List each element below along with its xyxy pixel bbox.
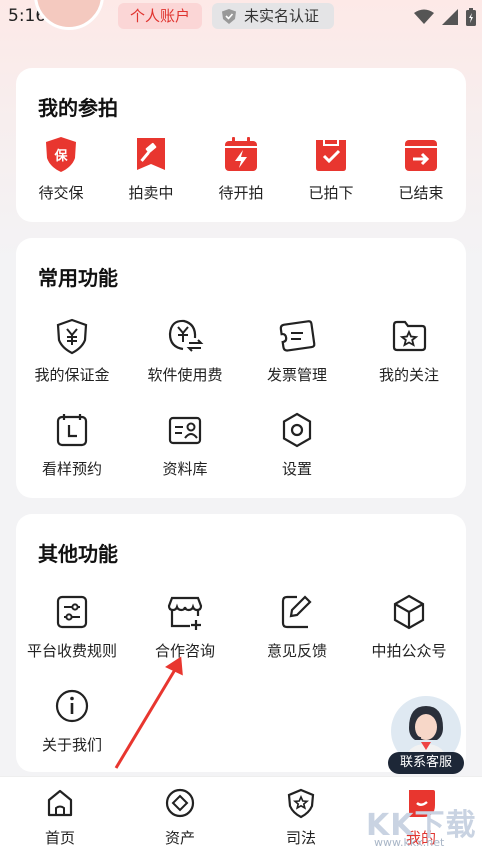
viewing-appointment-label: 看样预约: [41, 460, 102, 478]
home-icon: [47, 789, 73, 817]
auction-ended[interactable]: 已结束: [366, 134, 476, 203]
bag-check-icon: [316, 140, 346, 171]
cooperation-consult[interactable]: 合作咨询: [130, 592, 240, 661]
account-type-badge[interactable]: 个人账户: [118, 3, 202, 29]
store-plus-icon: [167, 596, 203, 630]
signal-icon: [442, 9, 458, 25]
cooperation-consult-label: 合作咨询: [154, 642, 215, 660]
watermark-url: www.kkx.net: [374, 836, 445, 849]
tab-assets[interactable]: 资产: [135, 787, 225, 848]
settings-icon: [282, 412, 312, 448]
tab-judicial[interactable]: 司法: [256, 787, 346, 848]
diamond-icon: [165, 788, 195, 818]
feedback-label: 意见反馈: [266, 642, 327, 660]
my-auction-title: 我的参拍: [38, 96, 118, 120]
verify-shield-icon: [222, 9, 236, 24]
common-functions-card: 常用功能 我的保证金 软件使用费 发票管理 我的关注 看样预约 资料库 设置: [16, 238, 466, 498]
invoice-management-label: 发票管理: [266, 366, 327, 384]
svg-text:保: 保: [53, 148, 68, 164]
sliders-icon: [56, 595, 88, 629]
deposit-shield-icon: 保: [46, 137, 76, 172]
wifi-icon: [414, 9, 434, 24]
verification-label: 未实名认证: [244, 7, 320, 25]
tab-judicial-label: 司法: [285, 829, 316, 847]
official-account-label: 中拍公众号: [371, 642, 447, 660]
data-library[interactable]: 资料库: [130, 410, 240, 479]
platform-fee-rules[interactable]: 平台收费规则: [17, 592, 127, 661]
ticket-icon: [279, 320, 316, 352]
id-card-icon: [168, 416, 202, 445]
gavel-icon: [137, 138, 165, 170]
tab-home-label: 首页: [44, 829, 75, 847]
my-deposit[interactable]: 我的保证金: [17, 316, 127, 385]
cube-icon: [393, 594, 425, 630]
justice-shield-icon: [287, 788, 315, 819]
info-icon: [55, 689, 89, 723]
platform-fee-rules-label: 平台收费规则: [26, 642, 117, 660]
customer-service-button[interactable]: 联系客服: [388, 696, 464, 776]
box-arrow-icon: [405, 140, 437, 171]
auction-ended-label: 已结束: [398, 184, 444, 202]
about-us[interactable]: 关于我们: [17, 686, 127, 755]
system-icons: [414, 8, 476, 26]
watermark: KK下载 www.kkx.net: [366, 800, 480, 849]
viewing-appointment[interactable]: 看样预约: [17, 410, 127, 479]
settings[interactable]: 设置: [242, 410, 352, 479]
my-auction-card: 我的参拍 保 待交保 拍卖中 待开拍 已拍下 已结束: [16, 68, 466, 222]
data-library-label: 资料库: [162, 460, 208, 478]
software-fee-label: 软件使用费: [147, 366, 223, 384]
software-fee[interactable]: 软件使用费: [130, 316, 240, 385]
my-follows-label: 我的关注: [378, 366, 439, 384]
other-functions-title: 其他功能: [38, 542, 118, 566]
calendar-clock-icon: [56, 414, 88, 447]
official-account[interactable]: 中拍公众号: [354, 592, 464, 661]
tab-home[interactable]: 首页: [15, 787, 105, 848]
invoice-management[interactable]: 发票管理: [242, 316, 352, 385]
yuan-shield-icon: [56, 318, 88, 355]
battery-icon: [466, 8, 476, 26]
settings-label: 设置: [281, 460, 312, 478]
my-deposit-label: 我的保证金: [34, 366, 110, 384]
calendar-bolt-icon: [225, 137, 257, 171]
tab-assets-label: 资产: [164, 829, 195, 847]
about-us-label: 关于我们: [41, 736, 102, 754]
feedback[interactable]: 意见反馈: [242, 592, 352, 661]
common-functions-title: 常用功能: [38, 266, 118, 290]
my-follows[interactable]: 我的关注: [354, 316, 464, 385]
folder-star-icon: [392, 320, 427, 352]
verification-badge[interactable]: 未实名认证: [212, 3, 334, 29]
edit-icon: [281, 595, 312, 629]
yuan-exchange-icon: [168, 319, 204, 352]
customer-service-label: 联系客服: [388, 752, 464, 774]
